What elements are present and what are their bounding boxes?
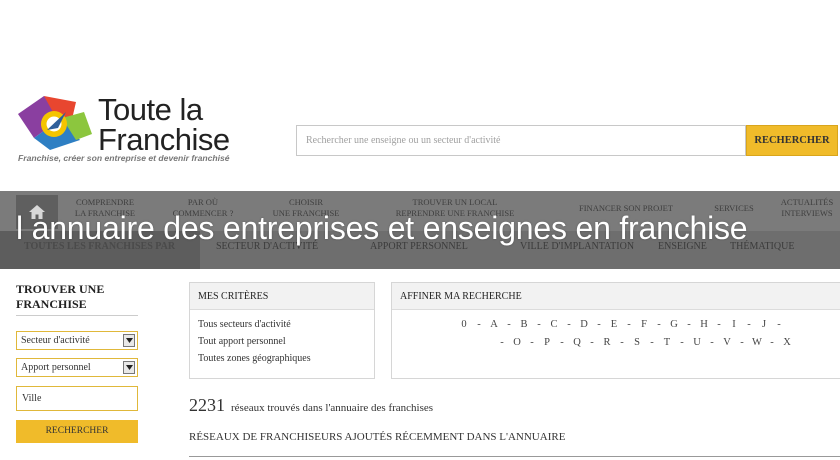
alphabet-row-1: 0-A-B-C-D-E-F-G-H-I-J- bbox=[455, 319, 785, 330]
alpha-letter[interactable]: S bbox=[628, 337, 646, 348]
alpha-sep: - bbox=[740, 337, 744, 348]
sidebar-search-button[interactable]: RECHERCHER bbox=[16, 420, 138, 443]
sidebar-title: TROUVER UNE FRANCHISE bbox=[16, 282, 105, 311]
alpha-letter[interactable]: B bbox=[515, 319, 533, 330]
alpha-letter[interactable]: F bbox=[635, 319, 653, 330]
alpha-letter[interactable]: A bbox=[485, 319, 503, 330]
alpha-sep: - bbox=[560, 337, 564, 348]
alpha-letter[interactable]: X bbox=[778, 337, 796, 348]
ville-input[interactable] bbox=[16, 386, 138, 411]
chevron-down-icon bbox=[123, 361, 135, 374]
apport-select[interactable]: Apport personnel bbox=[16, 358, 138, 377]
alpha-sep: - bbox=[590, 337, 594, 348]
alpha-letter[interactable]: O bbox=[508, 337, 526, 348]
alpha-sep: - bbox=[507, 319, 511, 330]
alpha-letter[interactable]: H bbox=[695, 319, 713, 330]
alpha-letter[interactable]: E bbox=[605, 319, 623, 330]
alpha-letter[interactable]: R bbox=[598, 337, 616, 348]
alpha-sep: - bbox=[657, 319, 661, 330]
search-input[interactable] bbox=[296, 125, 746, 156]
alpha-sep: - bbox=[620, 337, 624, 348]
alpha-letter[interactable]: C bbox=[545, 319, 563, 330]
results-count-text: réseaux trouvés dans l'annuaire des fran… bbox=[231, 402, 434, 414]
results-count-number: 2231 bbox=[189, 395, 225, 415]
alpha-letter[interactable]: G bbox=[665, 319, 683, 330]
search-button[interactable]: RECHERCHER bbox=[746, 125, 838, 156]
apport-select-value: Apport personnel bbox=[21, 362, 91, 373]
nav-item-line: PAR OÙ bbox=[187, 197, 219, 207]
alpha-sep: - bbox=[777, 319, 781, 330]
chevron-down-icon bbox=[123, 334, 135, 347]
alpha-letter[interactable]: J bbox=[755, 319, 773, 330]
alpha-sep: - bbox=[747, 319, 751, 330]
alpha-sep: - bbox=[687, 319, 691, 330]
nav-item-actualites[interactable]: ACTUALITÉS INTERVIEWS bbox=[774, 197, 840, 219]
nav-item-line: ACTUALITÉS bbox=[780, 197, 834, 207]
alpha-sep: - bbox=[530, 337, 534, 348]
alpha-sep: - bbox=[500, 337, 504, 348]
header-search: RECHERCHER bbox=[296, 125, 840, 156]
criteria-item-secteur[interactable]: Tous secteurs d'activité bbox=[198, 319, 291, 330]
recent-networks-divider bbox=[189, 456, 840, 457]
alpha-sep: - bbox=[627, 319, 631, 330]
criteria-panel: MES CRITÈRES Tous secteurs d'activité To… bbox=[189, 282, 375, 379]
alpha-letter[interactable]: P bbox=[538, 337, 556, 348]
criteria-item-apport[interactable]: Tout apport personnel bbox=[198, 336, 286, 347]
nav-item-line: CHOISIR bbox=[288, 197, 323, 207]
criteria-item-zones[interactable]: Toutes zones géographiques bbox=[198, 353, 311, 364]
logo-tagline: Franchise, créer son entreprise et deven… bbox=[18, 153, 230, 163]
alpha-sep: - bbox=[537, 319, 541, 330]
alpha-sep: - bbox=[717, 319, 721, 330]
recent-networks-heading: RÉSEAUX DE FRANCHISEURS AJOUTÉS RÉCEMMEN… bbox=[189, 431, 566, 443]
criteria-panel-title: MES CRITÈRES bbox=[190, 283, 374, 310]
alpha-letter[interactable]: D bbox=[575, 319, 593, 330]
results-count: 2231 réseaux trouvés dans l'annuaire des… bbox=[189, 395, 433, 416]
alpha-sep: - bbox=[680, 337, 684, 348]
alpha-letter[interactable]: 0 bbox=[455, 319, 473, 330]
alpha-letter[interactable]: I bbox=[725, 319, 743, 330]
alpha-letter[interactable]: U bbox=[688, 337, 706, 348]
refine-panel-title: AFFINER MA RECHERCHE bbox=[392, 283, 840, 310]
alpha-letter[interactable]: V bbox=[718, 337, 736, 348]
sector-select[interactable]: Secteur d'activité bbox=[16, 331, 138, 350]
refine-panel: AFFINER MA RECHERCHE bbox=[391, 282, 840, 379]
logo-mark-icon bbox=[18, 96, 92, 150]
sidebar-divider bbox=[16, 315, 138, 316]
alpha-sep: - bbox=[597, 319, 601, 330]
nav-item-line: COMPRENDRE bbox=[75, 197, 135, 207]
sector-select-value: Secteur d'activité bbox=[21, 335, 90, 346]
alpha-sep: - bbox=[477, 319, 481, 330]
alphabet-row-2: -O-P-Q-R-S-T-U-V-W-X bbox=[496, 337, 796, 348]
nav-item-line: TROUVER UN LOCAL bbox=[412, 197, 498, 207]
alpha-sep: - bbox=[567, 319, 571, 330]
alpha-letter[interactable]: W bbox=[748, 337, 766, 348]
alpha-letter[interactable]: T bbox=[658, 337, 676, 348]
alpha-letter[interactable]: Q bbox=[568, 337, 586, 348]
alpha-sep: - bbox=[710, 337, 714, 348]
page-title: l annuaire des entreprises et enseignes … bbox=[16, 210, 748, 246]
site-logo[interactable]: Toute la Franchise Franchise, créer son … bbox=[14, 92, 254, 170]
nav-item-line: INTERVIEWS bbox=[781, 208, 833, 218]
alpha-sep: - bbox=[770, 337, 774, 348]
alpha-sep: - bbox=[650, 337, 654, 348]
